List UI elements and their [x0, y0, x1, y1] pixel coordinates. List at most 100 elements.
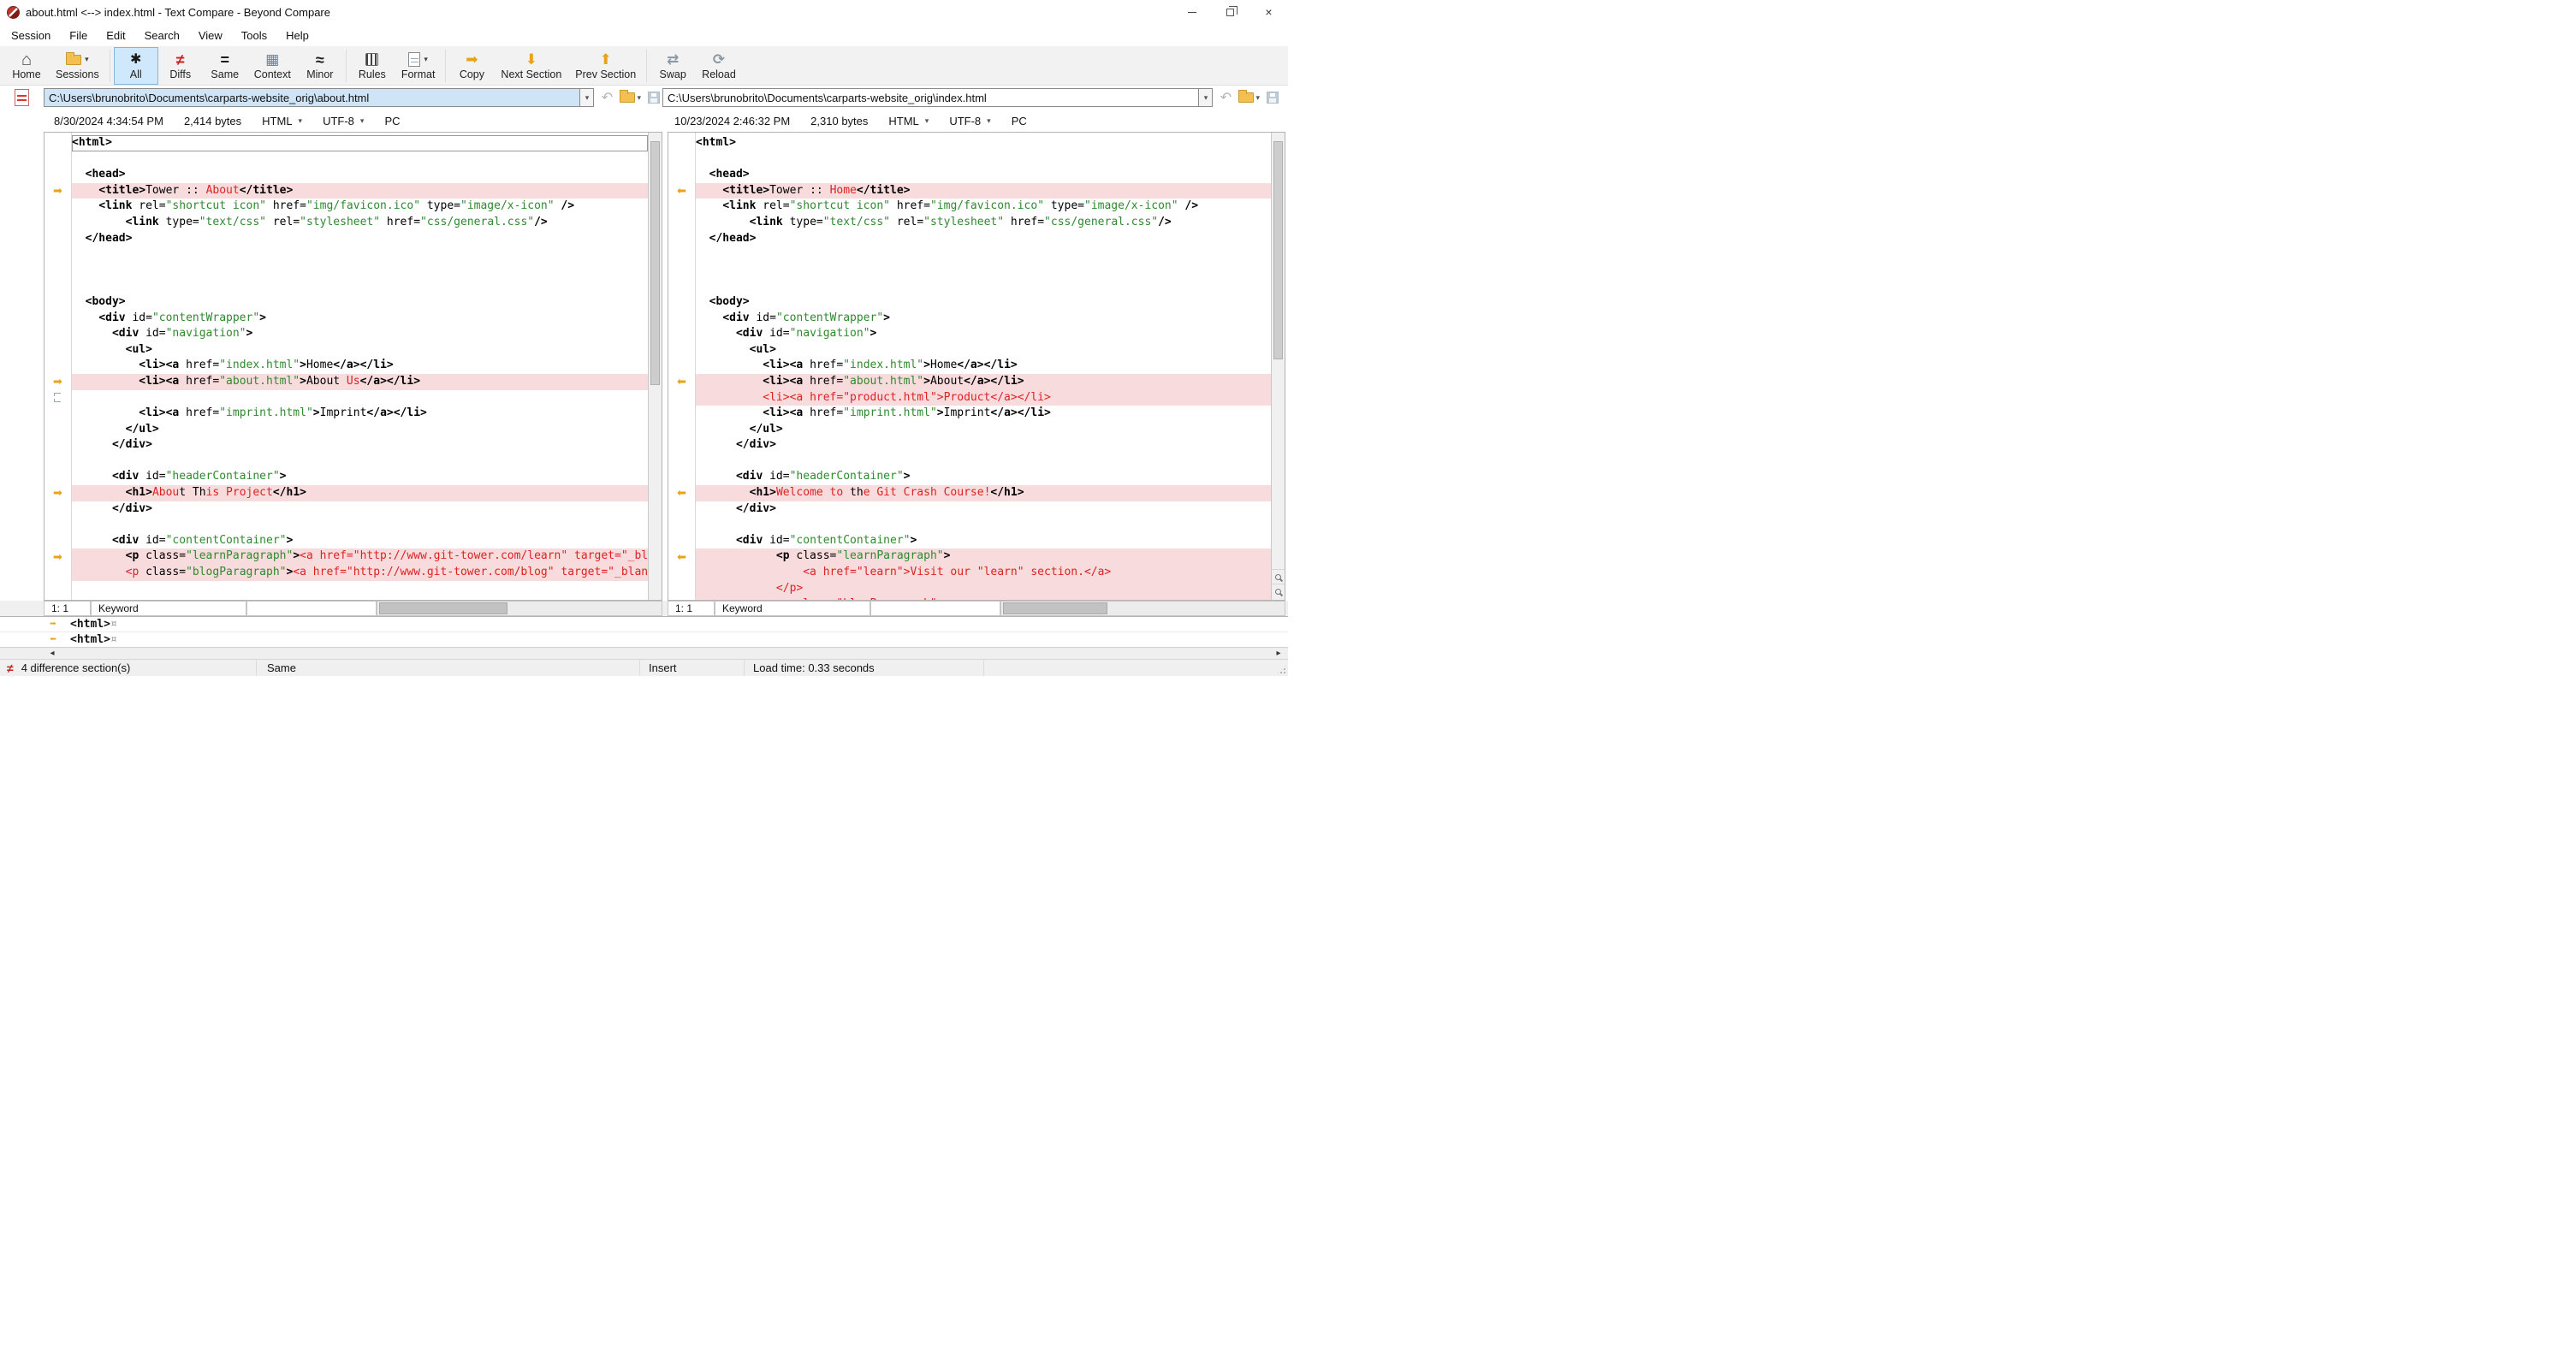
- swap-button[interactable]: ⇄ Swap: [650, 47, 695, 85]
- code-line[interactable]: </div>: [696, 501, 1271, 518]
- code-line[interactable]: <title>Tower :: About</title>: [72, 182, 648, 199]
- code-line[interactable]: </head>: [696, 231, 1271, 247]
- code-line[interactable]: <p class="learnParagraph">: [696, 549, 1271, 566]
- scrollbar-thumb[interactable]: [650, 141, 660, 385]
- code-line[interactable]: <p class="blogParagraph">: [696, 596, 1271, 600]
- code-line[interactable]: <div id="headerContainer">: [72, 469, 648, 485]
- code-line[interactable]: [72, 151, 648, 168]
- code-line[interactable]: <li><a href="imprint.html">Imprint</a></…: [696, 406, 1271, 422]
- app-icon[interactable]: [7, 5, 20, 19]
- code-line[interactable]: <body>: [696, 294, 1271, 311]
- code-line[interactable]: [696, 454, 1271, 470]
- menu-search[interactable]: Search: [135, 24, 189, 46]
- code-line[interactable]: </ul>: [696, 422, 1271, 438]
- scrollbar-thumb[interactable]: [379, 602, 507, 614]
- code-line[interactable]: <div id="contentContainer">: [72, 533, 648, 549]
- left-code-view[interactable]: <html> <head> <title>Tower :: About</tit…: [72, 133, 648, 600]
- code-line[interactable]: [696, 246, 1271, 263]
- code-line[interactable]: [696, 517, 1271, 533]
- home-button[interactable]: ⌂ Home: [4, 47, 49, 85]
- code-line[interactable]: <p class="learnParagraph"><a href="http:…: [72, 549, 648, 566]
- scroll-left-button[interactable]: ◂: [45, 648, 59, 659]
- next-section-button[interactable]: ⬇ Next Section: [494, 47, 568, 85]
- menu-file[interactable]: File: [60, 24, 97, 46]
- code-line[interactable]: <li><a href="about.html">About</a></li>: [696, 373, 1271, 390]
- diff-section-marker-icon[interactable]: ➡: [53, 375, 62, 388]
- code-line[interactable]: <li><a href="index.html">Home</a></li>: [696, 358, 1271, 374]
- code-line[interactable]: [72, 390, 648, 406]
- context-button[interactable]: ▦ Context: [247, 47, 298, 85]
- code-line[interactable]: [696, 278, 1271, 294]
- left-browse-button[interactable]: ▾: [620, 87, 641, 108]
- code-line[interactable]: </head>: [72, 231, 648, 247]
- menu-help[interactable]: Help: [276, 24, 318, 46]
- chevron-down-icon[interactable]: ▾: [85, 55, 89, 64]
- code-line[interactable]: </div>: [72, 501, 648, 518]
- left-line-ending[interactable]: PC: [384, 115, 400, 127]
- prev-section-button[interactable]: ⬆ Prev Section: [568, 47, 643, 85]
- code-line[interactable]: [72, 263, 648, 279]
- all-button[interactable]: ✱ All: [113, 46, 158, 85]
- code-line[interactable]: <li><a href="index.html">Home</a></li>: [72, 358, 648, 374]
- left-encoding-dropdown[interactable]: UTF-8 ▾: [323, 115, 364, 127]
- code-line[interactable]: <div id="contentWrapper">: [72, 311, 648, 327]
- same-button[interactable]: = Same: [203, 47, 247, 85]
- restore-button[interactable]: [1211, 0, 1249, 24]
- format-button[interactable]: ▾ Format: [395, 47, 442, 85]
- code-line[interactable]: <h1>Welcome to the Git Crash Course!</h1…: [696, 485, 1271, 501]
- right-code-view[interactable]: <html> <head> <title>Tower :: Home</titl…: [696, 133, 1271, 600]
- code-line[interactable]: <html>: [72, 135, 648, 151]
- right-browse-button[interactable]: ▾: [1238, 87, 1260, 108]
- code-line[interactable]: <div id="contentWrapper">: [696, 311, 1271, 327]
- code-line[interactable]: <h1>About This Project</h1>: [72, 485, 648, 501]
- code-line[interactable]: [72, 278, 648, 294]
- left-path-dropdown-button[interactable]: ▾: [580, 88, 595, 107]
- code-line[interactable]: [696, 151, 1271, 168]
- code-line[interactable]: </ul>: [72, 422, 648, 438]
- code-line[interactable]: <body>: [72, 294, 648, 311]
- code-line[interactable]: <html>: [696, 135, 1271, 151]
- left-revert-button[interactable]: ↶: [598, 87, 615, 108]
- code-line[interactable]: <ul>: [72, 342, 648, 359]
- code-line[interactable]: <li><a href="imprint.html">Imprint</a></…: [72, 406, 648, 422]
- code-line[interactable]: </div>: [72, 437, 648, 454]
- code-line[interactable]: <link rel="shortcut icon" href="img/favi…: [696, 199, 1271, 215]
- code-line[interactable]: <li><a href="product.html">Product</a></…: [696, 389, 1271, 406]
- code-line[interactable]: <link type="text/css" rel="stylesheet" h…: [72, 215, 648, 231]
- code-line[interactable]: <li><a href="about.html">About Us</a></l…: [72, 373, 648, 390]
- diff-section-marker-icon[interactable]: ⬅: [677, 184, 686, 198]
- left-save-button[interactable]: [645, 87, 662, 108]
- chevron-down-icon[interactable]: ▾: [424, 55, 428, 64]
- code-line[interactable]: </p>: [696, 580, 1271, 597]
- code-line[interactable]: [72, 517, 648, 533]
- menu-tools[interactable]: Tools: [232, 24, 276, 46]
- scrollbar-thumb[interactable]: [1273, 141, 1283, 359]
- left-vertical-scrollbar[interactable]: [648, 133, 662, 600]
- diffs-button[interactable]: ≠ Diffs: [158, 47, 203, 85]
- code-line[interactable]: <div id="headerContainer">: [696, 469, 1271, 485]
- right-save-button[interactable]: [1264, 87, 1281, 108]
- left-format-dropdown[interactable]: HTML ▾: [262, 115, 302, 127]
- left-path-input[interactable]: C:\Users\brunobrito\Documents\carparts-w…: [44, 88, 581, 107]
- code-line[interactable]: <div id="navigation">: [72, 326, 648, 342]
- diff-section-marker-icon[interactable]: ➡: [53, 184, 62, 198]
- right-encoding-dropdown[interactable]: UTF-8 ▾: [949, 115, 990, 127]
- code-line[interactable]: [72, 454, 648, 470]
- code-line[interactable]: <link type="text/css" rel="stylesheet" h…: [696, 215, 1271, 231]
- detail-view-button[interactable]: [1272, 584, 1285, 598]
- code-line[interactable]: <p class="blogParagraph"><a href="http:/…: [72, 565, 648, 581]
- diff-section-marker-icon[interactable]: ⬅: [677, 375, 686, 388]
- code-line[interactable]: <a href="learn">Visit our "learn" sectio…: [696, 565, 1271, 581]
- code-line[interactable]: <head>: [72, 167, 648, 183]
- diff-section-marker-icon[interactable]: ⬅: [677, 486, 686, 500]
- minimize-button[interactable]: [1172, 0, 1211, 24]
- minor-button[interactable]: ≈ Minor: [298, 47, 342, 85]
- menu-edit[interactable]: Edit: [97, 24, 134, 46]
- diff-section-marker-icon[interactable]: ⬅: [677, 550, 686, 564]
- close-button[interactable]: ×: [1249, 0, 1288, 24]
- code-line[interactable]: [696, 263, 1271, 279]
- code-line[interactable]: <div id="contentContainer">: [696, 533, 1271, 549]
- right-path-dropdown-button[interactable]: ▾: [1199, 88, 1214, 107]
- right-line-ending[interactable]: PC: [1012, 115, 1027, 127]
- diff-section-marker-icon[interactable]: ➡: [53, 486, 62, 500]
